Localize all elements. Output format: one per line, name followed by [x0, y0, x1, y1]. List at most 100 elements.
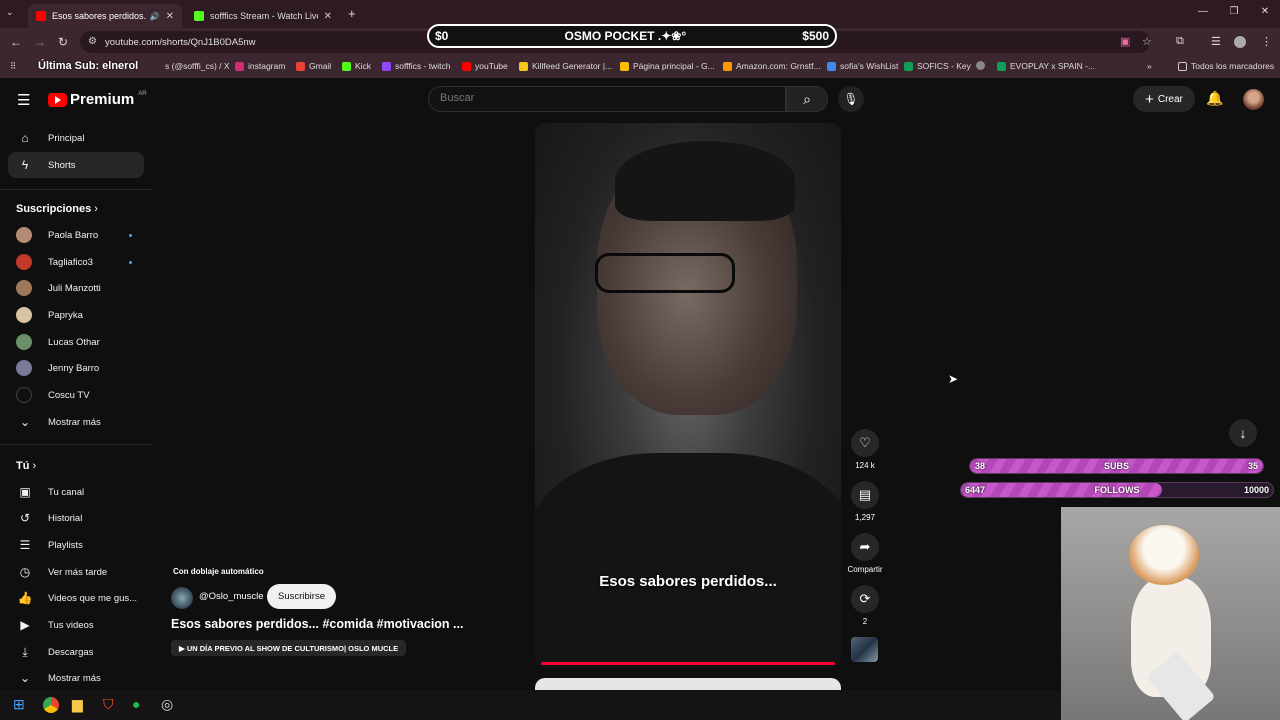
- short-title[interactable]: Esos sabores perdidos... #comida #motiva…: [171, 617, 463, 631]
- sidebar-subscription[interactable]: Coscu TV: [8, 382, 144, 408]
- search-icon[interactable]: ⌕: [786, 86, 828, 112]
- sidebar-item-label: Ver más tarde: [48, 566, 108, 578]
- windows-start-icon[interactable]: ⊞: [13, 696, 25, 713]
- sidebar-item-your-channel[interactable]: ▣ Tu canal: [8, 479, 144, 505]
- bookmark-item[interactable]: Killfeed Generator |...: [519, 61, 612, 71]
- comments-action[interactable]: ▤ 1,297: [850, 481, 880, 522]
- notifications-bell-icon[interactable]: 🔔: [1206, 90, 1223, 107]
- channel-avatar[interactable]: [171, 587, 193, 609]
- media-controls-icon[interactable]: ☰: [1211, 35, 1221, 48]
- bookmark-item[interactable]: Página principal - G...: [620, 61, 715, 71]
- like-action[interactable]: ♡ 124 k: [850, 429, 880, 470]
- channel-avatar: [16, 360, 32, 376]
- comment-icon[interactable]: ▤: [851, 481, 879, 509]
- remix-action[interactable]: ⟳ 2: [850, 585, 880, 626]
- account-avatar[interactable]: [1243, 89, 1264, 110]
- all-bookmarks-button[interactable]: Todos los marcadores: [1178, 61, 1274, 71]
- share-action[interactable]: ➦ Compartir: [847, 533, 883, 574]
- sidebar-subscription[interactable]: Juli Manzotti: [8, 275, 144, 301]
- channel-name[interactable]: @Oslo_muscle: [199, 591, 264, 602]
- sidebar-item-downloads[interactable]: ⤓ Descargas: [8, 639, 144, 665]
- sidebar-item-your-videos[interactable]: ▶ Tus videos: [8, 612, 144, 638]
- bookmark-item[interactable]: Kick: [342, 61, 371, 71]
- browser-tab-youtube[interactable]: Esos sabores perdidos... #c 🔊 ✕: [28, 4, 182, 28]
- back-icon[interactable]: ←: [10, 35, 22, 49]
- chrome-taskbar-icon[interactable]: [43, 697, 59, 713]
- minimize-icon[interactable]: —: [1196, 6, 1210, 17]
- video-frame-hair: [615, 141, 795, 221]
- bookmark-item[interactable]: s (@sofffi_cs) / X: [165, 61, 230, 71]
- bookmarks-overflow-icon[interactable]: »: [1147, 61, 1152, 71]
- menu-icon[interactable]: ⋮: [1261, 35, 1272, 48]
- sidebar-subscription[interactable]: Jenny Barro: [8, 355, 144, 381]
- sheets-icon: [997, 61, 1006, 71]
- reload-icon[interactable]: ↻: [58, 35, 68, 49]
- hamburger-menu-icon[interactable]: ☰: [17, 91, 30, 109]
- profile-icon[interactable]: [1234, 36, 1246, 48]
- subscribe-button[interactable]: Suscribirse: [267, 584, 336, 609]
- brave-icon[interactable]: ⛉: [103, 696, 114, 713]
- show-more-subscriptions[interactable]: ⌄ Mostrar más: [8, 409, 144, 435]
- obs-icon[interactable]: ◎: [161, 696, 173, 713]
- channel-icon: ▣: [19, 485, 31, 499]
- url-text[interactable]: youtube.com/shorts/QnJ1B0DA5nw: [105, 37, 256, 48]
- sound-thumbnail[interactable]: [851, 637, 878, 662]
- tab-search-icon[interactable]: ⌄: [6, 7, 14, 18]
- close-window-icon[interactable]: ✕: [1258, 6, 1272, 17]
- heart-icon[interactable]: ♡: [851, 429, 879, 457]
- related-video-chip[interactable]: ▶ UN DÍA PREVIO AL SHOW DE CULTURISMO| O…: [171, 640, 407, 656]
- sidebar-item-label: Lucas Othar: [48, 336, 100, 348]
- bookmark-item[interactable]: instagram: [235, 61, 285, 71]
- site-info-icon[interactable]: ⚙: [88, 36, 97, 47]
- subscriptions-header[interactable]: Suscripciones ›: [16, 203, 98, 215]
- show-more-you[interactable]: ⌄ Mostrar más: [8, 665, 144, 691]
- browser-tab-kick[interactable]: sofffics Stream - Watch Live on ✕: [186, 4, 340, 28]
- close-tab-icon[interactable]: ✕: [324, 11, 332, 22]
- sidebar-subscription[interactable]: Papryka: [8, 302, 144, 328]
- search-input[interactable]: [428, 86, 786, 112]
- bookmark-item[interactable]: youTube: [462, 61, 508, 71]
- video-frame-glasses: [595, 253, 735, 293]
- bookmark-item[interactable]: [976, 61, 989, 70]
- channel-avatar: [16, 280, 32, 296]
- sidebar-item-watch-later[interactable]: ◷ Ver más tarde: [8, 559, 144, 585]
- microphone-icon[interactable]: 🎙: [838, 86, 864, 112]
- sidebar-item-label: Jenny Barro: [48, 362, 100, 374]
- sidebar-item-playlists[interactable]: ☰ Playlists: [8, 532, 144, 558]
- sidebar-item-principal[interactable]: ⌂ Principal: [8, 125, 144, 151]
- sidebar-subscription[interactable]: Lucas Othar: [8, 329, 144, 355]
- forward-icon[interactable]: →: [34, 35, 46, 49]
- bookmark-item[interactable]: SOFICS - Key: [904, 61, 971, 71]
- sidebar-subscription[interactable]: Paola Barro: [8, 222, 144, 248]
- like-count: 124 k: [855, 461, 875, 470]
- bookmark-item[interactable]: Gmail: [296, 61, 331, 71]
- video-progress-bar[interactable]: [541, 662, 835, 665]
- apps-icon[interactable]: ⠿: [10, 61, 16, 72]
- restore-icon[interactable]: ❐: [1227, 6, 1241, 17]
- sidebar-item-shorts[interactable]: ϟ Shorts: [8, 152, 144, 178]
- bookmark-item[interactable]: sofia's WishList: [827, 61, 898, 71]
- speaker-icon[interactable]: 🔊: [150, 12, 160, 21]
- wishlist-icon: [827, 61, 836, 71]
- spotify-icon[interactable]: ●: [132, 696, 140, 712]
- extensions-icon[interactable]: ⧉: [1176, 35, 1184, 48]
- cast-icon[interactable]: ▣: [1120, 35, 1130, 48]
- sidebar-item-liked-videos[interactable]: 👍 Videos que me gus...: [8, 585, 144, 611]
- new-tab-button[interactable]: +: [348, 6, 356, 21]
- create-button[interactable]: + Crear: [1133, 86, 1195, 112]
- share-icon[interactable]: ➦: [851, 533, 879, 561]
- subscriptions-header-label: Suscripciones: [16, 203, 92, 215]
- you-header[interactable]: Tú ›: [16, 460, 36, 472]
- remix-icon[interactable]: ⟳: [851, 585, 879, 613]
- close-tab-icon[interactable]: ✕: [166, 11, 174, 22]
- bookmark-item[interactable]: sofffics - twitch: [382, 61, 450, 71]
- sidebar-subscription[interactable]: Tagliafico3: [8, 249, 144, 275]
- file-explorer-icon[interactable]: ▆: [72, 696, 83, 713]
- bookmark-item[interactable]: Amazon.com: Grnstf...: [723, 61, 821, 71]
- sidebar-item-history[interactable]: ↺ Historial: [8, 505, 144, 531]
- webcam-overlay: [1061, 507, 1280, 720]
- youtube-premium-logo[interactable]: Premium AR: [48, 91, 147, 108]
- bookmark-star-icon[interactable]: ☆: [1142, 35, 1152, 48]
- bookmark-item[interactable]: EVOPLAY x SPAIN -...: [997, 61, 1095, 71]
- next-short-arrow-icon[interactable]: ↓: [1229, 419, 1257, 447]
